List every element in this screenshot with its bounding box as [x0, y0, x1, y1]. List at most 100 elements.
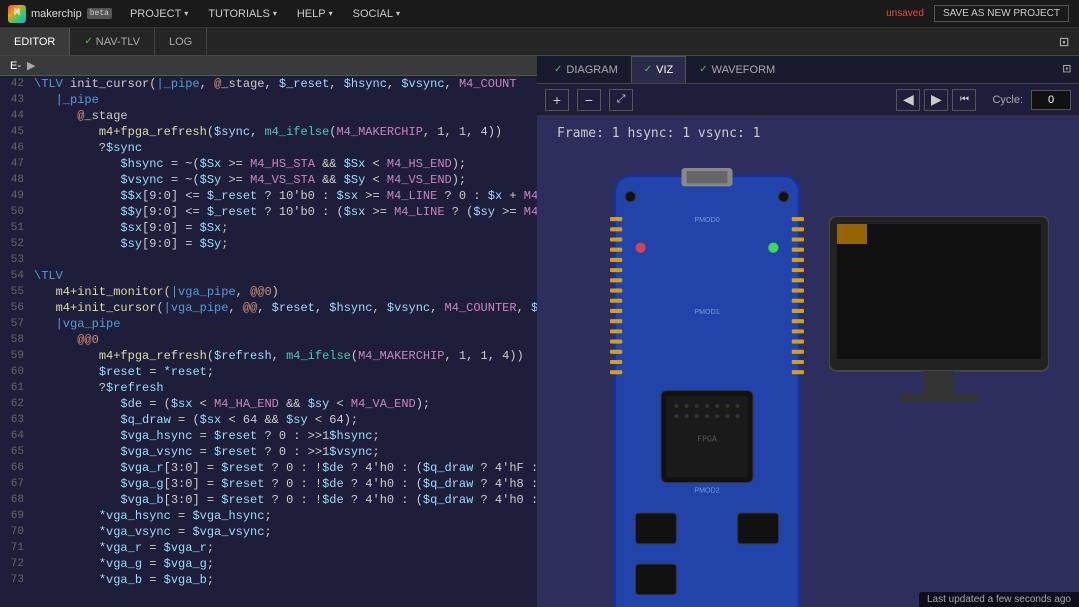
line-number: 64: [0, 428, 30, 444]
line-content: $reset = *reset;: [30, 364, 537, 380]
fit-button[interactable]: ⤢: [609, 89, 633, 111]
svg-text:PMOD1: PMOD1: [694, 308, 719, 316]
main-content: E- ▶ 42\TLV init_cursor(|_pipe, @_stage,…: [0, 56, 1079, 607]
svg-text:PMOD0: PMOD0: [694, 216, 719, 224]
table-row: 63 $q_draw = ($sx < 64 && $sy < 64);: [0, 412, 537, 428]
zoom-in-button[interactable]: +: [545, 89, 569, 111]
right-tabbar: ✓ DIAGRAM ✓ VIZ ✓ WAVEFORM ⊡: [537, 56, 1079, 84]
line-number: 50: [0, 204, 30, 220]
nav-social[interactable]: SOCIAL ▾: [343, 0, 410, 27]
check-icon: ✓: [84, 36, 92, 47]
line-content: $$y[9:0] <= $_reset ? 10'b0 : ($sx >= M4…: [30, 204, 537, 220]
nav-tutorials[interactable]: TUTORIALS ▾: [198, 0, 287, 27]
table-row: 66 $vga_r[3:0] = $reset ? 0 : !$de ? 4'h…: [0, 460, 537, 476]
line-number: 63: [0, 412, 30, 428]
line-number: 65: [0, 444, 30, 460]
tab-editor[interactable]: EDITOR: [0, 28, 70, 55]
table-row: 53: [0, 252, 537, 268]
line-number: 62: [0, 396, 30, 412]
viz-toolbar: + − ⤢ ◀ ▶ ⏮ Cycle:: [537, 84, 1079, 116]
top-navbar: M makerchip beta PROJECT ▾ TUTORIALS ▾ H…: [0, 0, 1079, 28]
line-content: ?$sync: [30, 140, 537, 156]
table-row: 42\TLV init_cursor(|_pipe, @_stage, $_re…: [0, 76, 537, 92]
line-content: $vga_hsync = $reset ? 0 : >>1$hsync;: [30, 428, 537, 444]
frame-info: Frame: 1 hsync: 1 vsync: 1: [557, 126, 761, 141]
table-row: 52 $sy[9:0] = $Sy;: [0, 236, 537, 252]
nav-project[interactable]: PROJECT ▾: [120, 0, 198, 27]
line-number: 68: [0, 492, 30, 508]
nav-help[interactable]: HELP ▾: [287, 0, 343, 27]
file-tab-label: E-: [10, 60, 21, 72]
nav-arrows: ◀ ▶ ⏮: [896, 89, 976, 111]
line-content: m4+fpga_refresh($refresh, m4_ifelse(M4_M…: [30, 348, 537, 364]
save-as-new-project-button[interactable]: SAVE AS NEW PROJECT: [934, 5, 1069, 22]
table-row: 45 m4+fpga_refresh($sync, m4_ifelse(M4_M…: [0, 124, 537, 140]
save-area: unsaved SAVE AS NEW PROJECT: [886, 5, 1079, 22]
cycle-input[interactable]: [1031, 90, 1071, 110]
line-number: 54: [0, 268, 30, 284]
beta-badge: beta: [87, 8, 112, 19]
tab-waveform[interactable]: ✓ WAVEFORM: [686, 56, 788, 83]
table-row: 54\TLV: [0, 268, 537, 284]
chevron-down-icon: ▾: [396, 9, 400, 18]
tab-viz[interactable]: ✓ VIZ: [631, 56, 687, 83]
table-row: 70 *vga_vsync = $vga_vsync;: [0, 524, 537, 540]
prev-button[interactable]: ◀: [896, 89, 920, 111]
line-number: 67: [0, 476, 30, 492]
tab-log[interactable]: LOG: [155, 28, 207, 55]
expand-right-icon[interactable]: ⊡: [1055, 61, 1079, 78]
line-content: $sx[9:0] = $Sx;: [30, 220, 537, 236]
line-content: ?$refresh: [30, 380, 537, 396]
line-content: $de = ($sx < M4_HA_END && $sy < M4_VA_EN…: [30, 396, 537, 412]
check-icon: ✓: [644, 64, 652, 75]
line-content: $vga_b[3:0] = $reset ? 0 : !$de ? 4'h0 :…: [30, 492, 537, 508]
line-content: |vga_pipe: [30, 316, 537, 332]
line-number: 49: [0, 188, 30, 204]
file-tab-arrow: ▶: [27, 59, 35, 72]
line-content: \TLV: [30, 268, 537, 284]
line-number: 71: [0, 540, 30, 556]
line-content: m4+init_monitor(|vga_pipe, @@0): [30, 284, 537, 300]
line-content: $vsync = ~($Sy >= M4_VS_STA && $Sy < M4_…: [30, 172, 537, 188]
code-lines: 42\TLV init_cursor(|_pipe, @_stage, $_re…: [0, 76, 537, 588]
chevron-down-icon: ▾: [329, 9, 333, 18]
cycle-label: Cycle:: [992, 94, 1023, 106]
line-number: 52: [0, 236, 30, 252]
line-content: \TLV init_cursor(|_pipe, @_stage, $_rese…: [30, 76, 537, 92]
line-content: *vga_r = $vga_r;: [30, 540, 537, 556]
next-button[interactable]: ▶: [924, 89, 948, 111]
table-row: 43 |_pipe: [0, 92, 537, 108]
line-content: m4+fpga_refresh($sync, m4_ifelse(M4_MAKE…: [30, 124, 537, 140]
table-row: 72 *vga_g = $vga_g;: [0, 556, 537, 572]
table-row: 71 *vga_r = $vga_r;: [0, 540, 537, 556]
file-tab[interactable]: E- ▶: [0, 56, 537, 76]
table-row: 48 $vsync = ~($Sy >= M4_VS_STA && $Sy < …: [0, 172, 537, 188]
line-content: @_stage: [30, 108, 537, 124]
line-content: @@0: [30, 332, 537, 348]
line-number: 73: [0, 572, 30, 588]
line-content: $vga_vsync = $reset ? 0 : >>1$vsync;: [30, 444, 537, 460]
zoom-out-button[interactable]: −: [577, 89, 601, 111]
svg-text:PMOD2: PMOD2: [694, 487, 719, 495]
line-number: 51: [0, 220, 30, 236]
expand-editor-icon[interactable]: ⊡: [1049, 32, 1079, 52]
line-number: 43: [0, 92, 30, 108]
start-button[interactable]: ⏮: [952, 89, 976, 111]
line-content: *vga_vsync = $vga_vsync;: [30, 524, 537, 540]
logo-text: makerchip: [31, 8, 82, 20]
tab-diagram[interactable]: ✓ DIAGRAM: [541, 56, 631, 83]
line-content: m4+init_cursor(|vga_pipe, @@, $reset, $h…: [30, 300, 537, 316]
line-number: 48: [0, 172, 30, 188]
table-row: 59 m4+fpga_refresh($refresh, m4_ifelse(M…: [0, 348, 537, 364]
tab-nav-tlv[interactable]: ✓ NAV-TLV: [70, 28, 155, 55]
unsaved-label: unsaved: [886, 8, 924, 19]
line-number: 47: [0, 156, 30, 172]
check-icon: ✓: [554, 64, 562, 75]
svg-text:FPGA: FPGA: [697, 434, 717, 444]
line-content: [30, 252, 537, 268]
viz-content: + − ⤢ ◀ ▶ ⏮ Cycle: Frame: 1 hsync: 1 vsy…: [537, 84, 1079, 607]
table-row: 51 $sx[9:0] = $Sx;: [0, 220, 537, 236]
line-content: $hsync = ~($Sx >= M4_HS_STA && $Sx < M4_…: [30, 156, 537, 172]
code-area[interactable]: 42\TLV init_cursor(|_pipe, @_stage, $_re…: [0, 76, 537, 607]
table-row: 65 $vga_vsync = $reset ? 0 : >>1$vsync;: [0, 444, 537, 460]
